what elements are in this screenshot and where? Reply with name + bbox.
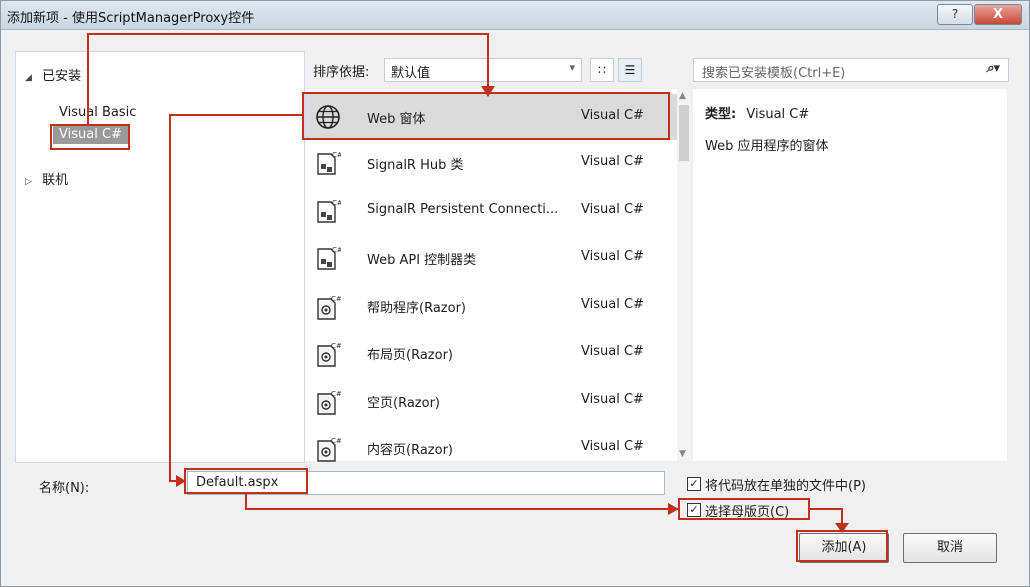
template-name: Web API 控制器类 xyxy=(367,253,477,268)
svg-text:C#: C# xyxy=(331,342,341,350)
template-language: Visual C# xyxy=(581,202,644,217)
tree-online[interactable]: ▷ 联机 xyxy=(25,169,68,188)
annotation-box-visual-csharp xyxy=(50,124,130,150)
list-view-button[interactable]: ☰ xyxy=(618,58,642,82)
type-value: Visual C# xyxy=(746,107,810,122)
template-search[interactable]: 搜索已安装模板(Ctrl+E) ⌕▾ xyxy=(693,58,1009,82)
scroll-down-icon: ▼ xyxy=(679,449,686,459)
template-name: 帮助程序(Razor) xyxy=(367,301,466,316)
expanded-triangle-icon: ◢ xyxy=(25,73,32,83)
template-details: 类型: Visual C# Web 应用程序的窗体 xyxy=(693,89,1007,461)
tree-installed[interactable]: ◢ 已安装 xyxy=(25,65,81,84)
svg-text:C#: C# xyxy=(331,295,341,303)
check-icon: ✓ xyxy=(689,477,699,490)
close-icon: X xyxy=(992,7,1004,22)
svg-text:C#: C# xyxy=(332,246,341,254)
collapsed-triangle-icon: ▷ xyxy=(25,177,32,187)
csharp-class-icon: C# xyxy=(315,198,343,223)
sort-dropdown[interactable]: 默认值 ▾ xyxy=(384,58,582,82)
annotation-box-master-page xyxy=(678,498,810,520)
template-row[interactable]: C# SignalR Hub 类 Visual C# xyxy=(305,140,677,186)
chevron-down-icon: ▾ xyxy=(569,61,575,74)
svg-text:C#: C# xyxy=(331,437,341,445)
template-list-scrollbar[interactable]: ▲ ▼ xyxy=(677,89,691,461)
template-row[interactable]: C# 空页(Razor) Visual C# xyxy=(305,378,677,424)
type-label: 类型: xyxy=(705,107,737,122)
template-description: Web 应用程序的窗体 xyxy=(705,139,829,154)
help-button[interactable]: ? xyxy=(937,4,973,25)
scroll-up-icon: ▲ xyxy=(679,91,686,101)
svg-text:C#: C# xyxy=(331,390,341,398)
svg-text:C#: C# xyxy=(332,199,341,207)
razor-page-icon: C# xyxy=(315,340,342,367)
template-language: Visual C# xyxy=(581,297,644,312)
tree-item-label: Visual Basic xyxy=(59,105,137,120)
annotation-box-name xyxy=(184,468,308,494)
razor-page-icon: C# xyxy=(315,293,342,320)
template-row[interactable]: C# 内容页(Razor) Visual C# xyxy=(305,425,677,471)
template-name: SignalR Hub 类 xyxy=(367,158,464,173)
sort-label: 排序依据: xyxy=(313,65,370,80)
template-row[interactable]: C# SignalR Persistent Connecti... Visual C… xyxy=(305,188,677,234)
csharp-class-icon: C# xyxy=(315,245,343,270)
razor-page-icon: C# xyxy=(315,435,342,462)
tree-installed-label: 已安装 xyxy=(42,69,82,84)
template-name: 布局页(Razor) xyxy=(367,348,453,363)
medium-icons-view-button[interactable]: ∷ xyxy=(590,58,614,82)
scrollbar-thumb[interactable] xyxy=(679,105,689,161)
template-language: Visual C# xyxy=(581,344,644,359)
window-title: 添加新项 - 使用ScriptManagerProxy控件 xyxy=(7,11,255,26)
title-bar: 添加新项 - 使用ScriptManagerProxy控件 ? X xyxy=(1,1,1029,30)
svg-text:C#: C# xyxy=(332,151,341,159)
search-icon: ⌕▾ xyxy=(986,61,1000,76)
template-row[interactable]: C# 布局页(Razor) Visual C# xyxy=(305,330,677,376)
close-button[interactable]: X xyxy=(974,4,1022,25)
template-name: 空页(Razor) xyxy=(367,396,440,411)
name-label: 名称(N): xyxy=(39,481,90,496)
add-new-item-dialog: 添加新项 - 使用ScriptManagerProxy控件 ? X ◢ 已安装 … xyxy=(0,0,1030,587)
separate-file-label: 将代码放在单独的文件中(P) xyxy=(705,479,866,494)
razor-page-icon: C# xyxy=(315,388,342,415)
help-icon: ? xyxy=(951,7,959,21)
tree-item-visual-basic[interactable]: Visual Basic xyxy=(59,105,136,120)
search-placeholder: 搜索已安装模板(Ctrl+E) xyxy=(702,66,846,81)
type-line: 类型: Visual C# xyxy=(705,103,809,122)
annotation-box-web-form xyxy=(302,92,670,140)
cancel-button[interactable]: 取消 xyxy=(903,533,997,563)
template-row[interactable]: C# 帮助程序(Razor) Visual C# xyxy=(305,283,677,329)
template-row[interactable]: C# Web API 控制器类 Visual C# xyxy=(305,235,677,281)
grid-view-icon: ∷ xyxy=(598,63,606,77)
list-view-icon: ☰ xyxy=(624,63,636,77)
csharp-class-icon: C# xyxy=(315,150,343,175)
sort-value: 默认值 xyxy=(391,66,431,81)
template-language: Visual C# xyxy=(581,154,644,169)
template-name: 内容页(Razor) xyxy=(367,443,453,458)
template-language: Visual C# xyxy=(581,439,644,454)
template-language: Visual C# xyxy=(581,392,644,407)
template-language: Visual C# xyxy=(581,249,644,264)
template-name: SignalR Persistent Connecti... xyxy=(367,202,559,217)
annotation-box-add-button xyxy=(796,530,888,562)
tree-online-label: 联机 xyxy=(42,173,69,188)
separate-file-checkbox[interactable]: ✓ xyxy=(687,477,701,491)
